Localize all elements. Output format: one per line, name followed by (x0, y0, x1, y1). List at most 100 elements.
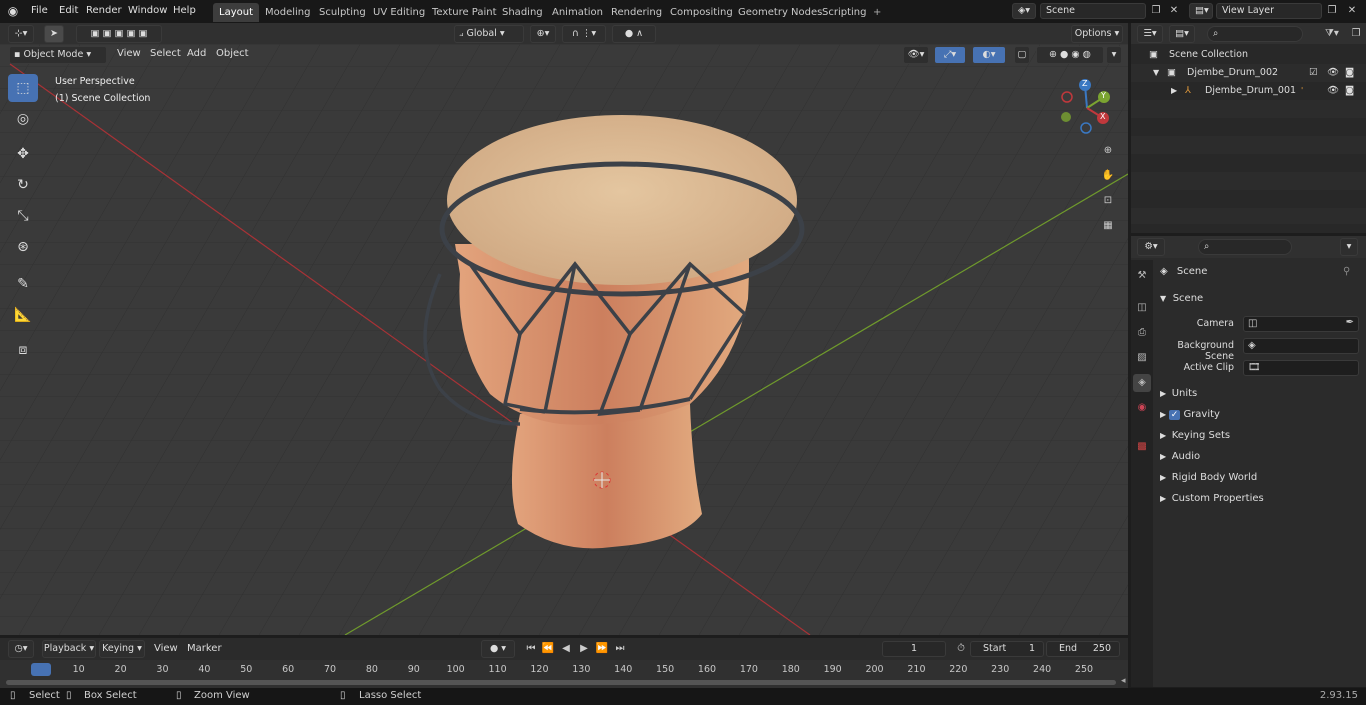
new-scene-icon[interactable]: ❐ (1147, 2, 1165, 20)
playhead-marker[interactable] (31, 663, 51, 676)
world-tab-icon[interactable]: ◉ (1133, 399, 1151, 417)
tab-texture-paint[interactable]: Texture Paint (426, 3, 503, 22)
zoom-view-icon[interactable]: ⊕ (1099, 142, 1117, 160)
pan-view-icon[interactable]: ✋ (1099, 167, 1117, 185)
tab-uv-editing[interactable]: UV Editing (367, 3, 431, 22)
rotate-tool-icon[interactable]: ↻ (8, 171, 38, 199)
play-reverse-icon[interactable]: ◀ (557, 640, 575, 658)
new-view-layer-icon[interactable]: ❐ (1323, 2, 1341, 20)
custom-properties-panel[interactable]: ▶ Custom Properties (1160, 493, 1264, 504)
keying-sets-panel[interactable]: ▶ Keying Sets (1160, 430, 1230, 441)
scene-panel-header[interactable]: ▼ Scene (1160, 293, 1203, 304)
visibility-icon[interactable]: 👁▾ (903, 46, 929, 64)
options-dropdown[interactable]: Options ▾ (1071, 25, 1123, 43)
marker-menu[interactable]: Marker (183, 641, 226, 657)
camera-render-icon[interactable]: ◙ (1345, 64, 1354, 82)
outliner-editor-type-icon[interactable]: ☰▾ (1137, 25, 1163, 43)
select-mode-icons[interactable]: ▣ ▣ ▣ ▣ ▣ (76, 25, 162, 43)
menu-help[interactable]: Help (173, 0, 196, 23)
outliner-row-object[interactable]: ▶ ⅄ Djembe_Drum_001 ' 👁 ◙ (1131, 82, 1366, 100)
view-layer-field[interactable]: View Layer (1216, 3, 1322, 19)
jump-end-icon[interactable]: ⏭ (611, 640, 629, 658)
filter-icon[interactable]: ⧩▾ (1317, 25, 1347, 43)
menu-window[interactable]: Window (128, 0, 167, 23)
tab-sculpting[interactable]: Sculpting (313, 3, 372, 22)
camera-view-icon[interactable]: ⊡ (1099, 192, 1117, 210)
playback-menu[interactable]: Playback ▾ (42, 640, 96, 658)
proportional-edit-icon[interactable]: ● ∧ (612, 25, 656, 43)
gravity-checkbox[interactable]: ✓ (1168, 410, 1181, 420)
add-workspace-icon[interactable]: + (867, 3, 887, 22)
tab-animation[interactable]: Animation (546, 3, 609, 22)
shading-mode-icons[interactable]: ⊕ ● ◉ ◍ (1036, 46, 1104, 64)
select-box-tool-icon[interactable]: ⬚ (8, 74, 38, 102)
blender-logo-icon[interactable]: ◉ (6, 4, 20, 18)
view-layer-selector-icon[interactable]: ▤▾ (1189, 3, 1213, 19)
annotate-tool-icon[interactable]: ✎ (8, 270, 38, 298)
timeline-scrollbar[interactable] (6, 680, 1116, 685)
output-tab-icon[interactable]: ⎙ (1133, 324, 1151, 342)
expand-arrow-icon[interactable]: ▼ (1153, 64, 1159, 82)
active-clip-field[interactable]: 🎞 (1243, 360, 1359, 376)
transform-orientation-dropdown[interactable]: ⟓ Global ▾ (454, 25, 524, 43)
shading-options-icon[interactable]: ▾ (1106, 46, 1122, 64)
start-frame-field[interactable]: Start 1 (970, 641, 1044, 657)
gizmo-toggle-icon[interactable]: ⤢▾ (934, 46, 966, 64)
jump-start-icon[interactable]: ⏮ (522, 640, 540, 658)
tab-rendering[interactable]: Rendering (605, 3, 668, 22)
auto-keying-icon[interactable]: ● ▾ (481, 640, 515, 658)
timeline-editor-type-icon[interactable]: ◷▾ (8, 640, 34, 658)
move-tool-icon[interactable]: ✥ (8, 140, 38, 168)
background-scene-field[interactable]: ◈ (1243, 338, 1359, 354)
view-layer-tab-icon[interactable]: ▨ (1133, 349, 1151, 367)
stopwatch-icon[interactable]: ⏱ (952, 640, 970, 658)
snap-icon[interactable]: ∩ ⋮▾ (562, 25, 606, 43)
select-tool-icon[interactable]: ➤ (44, 25, 64, 43)
new-collection-icon[interactable]: ❐ (1347, 25, 1365, 43)
properties-editor-type-icon[interactable]: ⚙▾ (1137, 238, 1165, 256)
outliner-row-collection[interactable]: ▼ ▣ Djembe_Drum_002 ☑ 👁 ◙ (1131, 64, 1366, 82)
tool-tab-icon[interactable]: ⚒ (1133, 267, 1151, 285)
xray-icon[interactable]: ▢ (1014, 46, 1030, 64)
checkbox-icon[interactable]: ☑ (1309, 64, 1318, 82)
cursor-tool-icon[interactable]: ◎ (8, 105, 38, 133)
render-tab-icon[interactable]: ◫ (1133, 299, 1151, 317)
properties-search-input[interactable]: ⌕ (1198, 239, 1292, 255)
pivot-point-icon[interactable]: ⊕▾ (530, 25, 556, 43)
object-menu[interactable]: Object (212, 46, 253, 62)
end-frame-field[interactable]: End 250 (1046, 641, 1120, 657)
tab-scripting[interactable]: Scripting (816, 3, 872, 22)
editor-type-icon[interactable]: ⊹▾ (8, 25, 34, 43)
pin-icon[interactable]: ⚲ (1343, 266, 1350, 277)
menu-render[interactable]: Render (86, 0, 122, 23)
play-icon[interactable]: ▶ (575, 640, 593, 658)
tab-modeling[interactable]: Modeling (259, 3, 317, 22)
texture-tab-icon[interactable]: ▩ (1133, 438, 1151, 456)
tab-geometry-nodes[interactable]: Geometry Nodes (732, 3, 828, 22)
scale-tool-icon[interactable]: ⤡ (8, 202, 38, 230)
transform-tool-icon[interactable]: ⊛ (8, 233, 38, 261)
camera-field[interactable]: ◫ ✒ (1243, 316, 1359, 332)
properties-options-icon[interactable]: ▾ (1340, 238, 1358, 256)
add-cube-tool-icon[interactable]: ⧈ (8, 336, 38, 364)
tab-shading[interactable]: Shading (496, 3, 549, 22)
jump-keyframe-forward-icon[interactable]: ⏩ (593, 640, 611, 658)
eye-icon[interactable]: 👁 (1327, 64, 1339, 82)
outliner-search-input[interactable]: ⌕ (1207, 26, 1303, 42)
3d-viewport[interactable]: User Perspective (1) Scene Collection Z … (0, 44, 1128, 635)
menu-file[interactable]: File (31, 0, 48, 23)
tab-compositing[interactable]: Compositing (664, 3, 739, 22)
tab-layout[interactable]: Layout (213, 3, 259, 22)
scene-tab-icon[interactable]: ◈ (1133, 374, 1151, 392)
delete-view-layer-icon[interactable]: ✕ (1343, 2, 1361, 20)
timeline-view-menu[interactable]: View (150, 641, 182, 657)
eye-icon[interactable]: 👁 (1327, 82, 1339, 100)
audio-panel[interactable]: ▶ Audio (1160, 451, 1200, 462)
perspective-toggle-icon[interactable]: ▦ (1099, 217, 1117, 235)
scene-name-field[interactable]: Scene (1040, 3, 1146, 19)
delete-scene-icon[interactable]: ✕ (1165, 2, 1183, 20)
outliner-row-scene-collection[interactable]: ▣ Scene Collection (1131, 46, 1366, 64)
view-menu[interactable]: View (113, 46, 145, 62)
keying-menu[interactable]: Keying ▾ (99, 640, 145, 658)
add-menu[interactable]: Add (183, 46, 210, 62)
